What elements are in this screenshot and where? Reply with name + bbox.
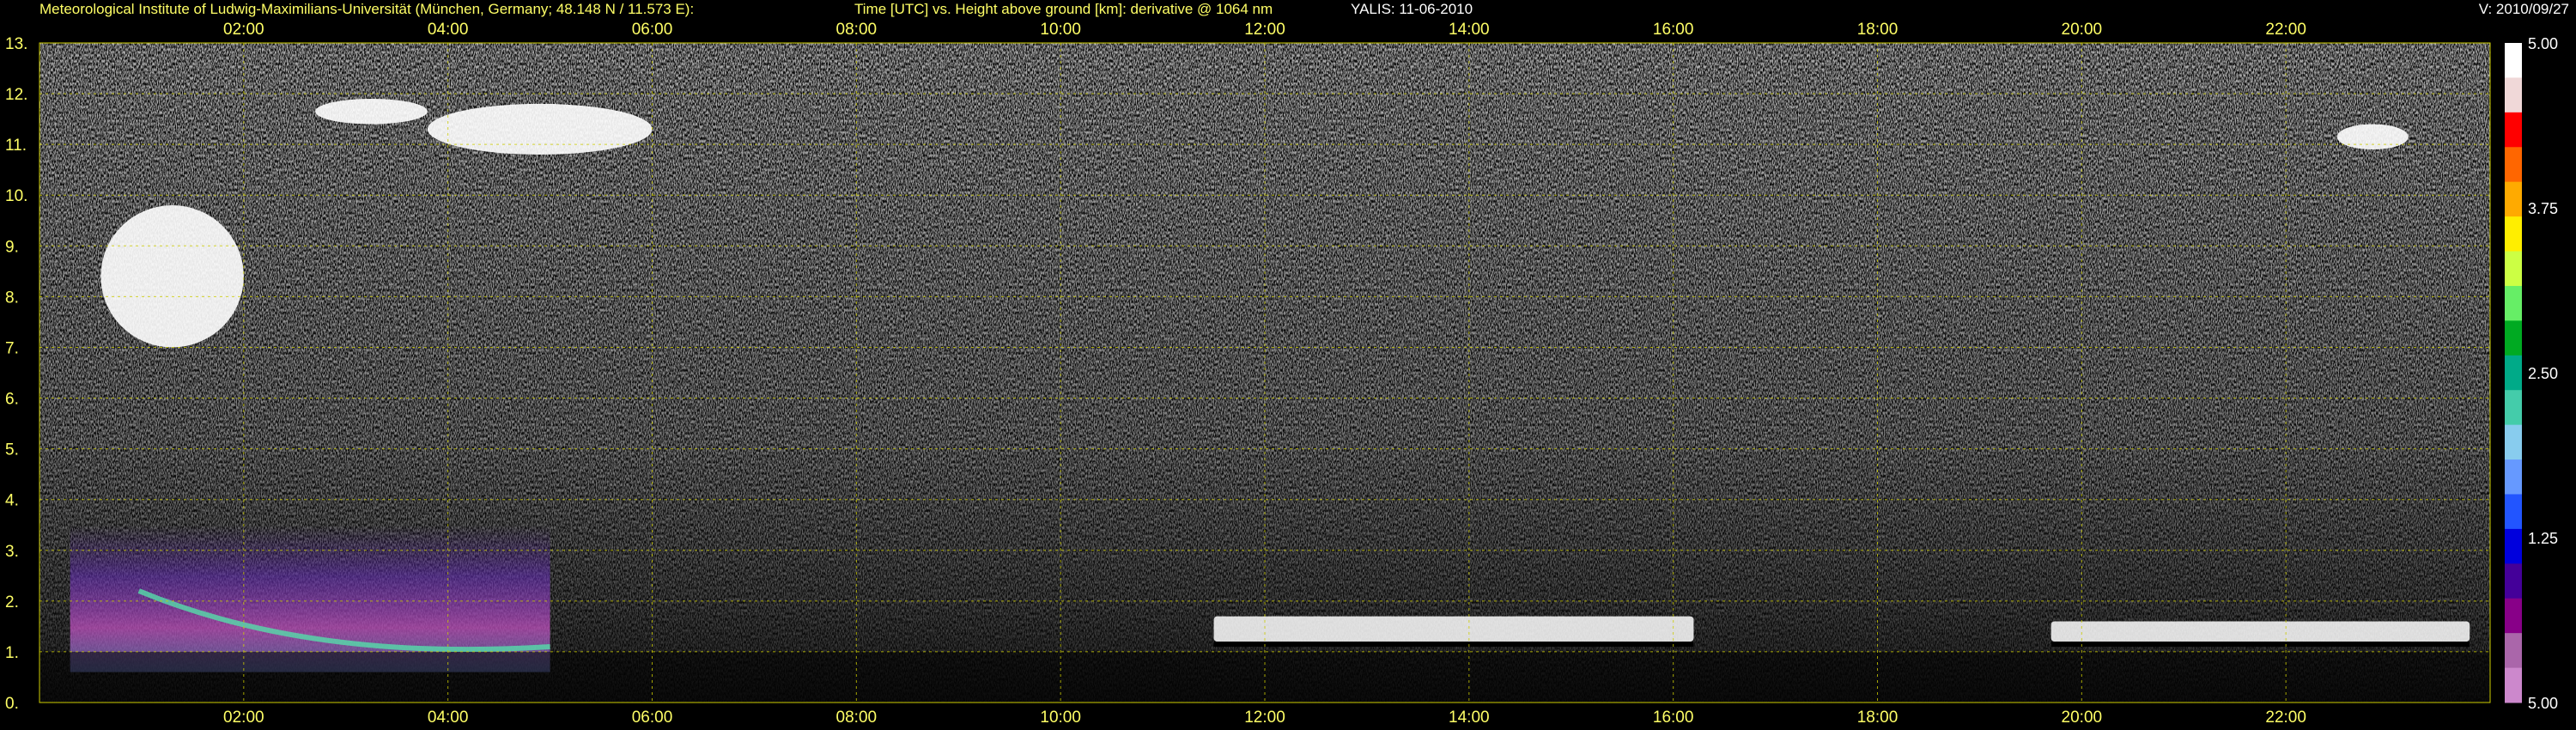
x-tick-top-1: 04:00 [428,21,469,39]
colorbar-label-1: 3.75 [2528,200,2558,217]
cirrus-1 [315,98,428,125]
x-tick-top-5: 12:00 [1244,21,1285,39]
cirrus-3 [2336,124,2409,150]
colorbar-block-1 [2505,77,2522,113]
colorbar-block-6 [2505,251,2522,287]
colorbar-block-14 [2505,528,2522,564]
y-tick-10: 10. [5,187,27,205]
x-tick-bottom-6: 14:00 [1449,709,1490,727]
colorbar-block-12 [2505,459,2522,495]
x-tick-top-4: 10:00 [1040,21,1081,39]
colorbar-block-13 [2505,494,2522,530]
colorbar-block-10 [2505,390,2522,426]
y-tick-4: 4. [5,492,19,510]
y-tick-1: 1. [5,644,19,662]
x-tick-bottom-9: 20:00 [2062,709,2103,727]
boundary-layer-clouds-5 [1213,616,1694,642]
cloud-layer-shadow-6 [2050,642,2470,648]
lidar-heatmap-chart: 02:00 04:00 06:00 08:00 10:00 12:00 14:00 16:00… [5,21,2491,727]
x-tick-bottom-4: 10:00 [1040,709,1081,727]
x-axis-bottom: 02:00 04:00 06:00 08:00 10:00 12:00 14:00 16:00… [223,709,2306,727]
colorbar-block-5 [2505,216,2522,252]
colorbar-block-0 [2505,43,2522,78]
colorbar-block-11 [2505,424,2522,460]
y-tick-13: 13. [5,35,27,53]
y-tick-5: 5. [5,441,19,459]
colorbar-label-0: 5.00 [2528,35,2558,52]
x-tick-bottom-7: 16:00 [1653,709,1694,727]
near-ground-band [39,651,2490,703]
colorbar-block-4 [2505,181,2522,217]
colorbar-block-18 [2505,667,2522,703]
colorbar-label-4: 5.00 [2528,695,2558,712]
x-tick-bottom-10: 22:00 [2265,709,2306,727]
colorbar-block-7 [2505,285,2522,321]
x-tick-bottom-1: 04:00 [428,709,469,727]
y-tick-0: 0. [5,695,19,713]
x-tick-top-9: 20:00 [2062,21,2103,39]
y-tick-11: 11. [5,137,27,155]
colorbar-label-2: 2.50 [2528,365,2558,382]
x-tick-top-3: 08:00 [836,21,878,39]
x-tick-top-7: 16:00 [1653,21,1694,39]
y-tick-7: 7. [5,339,19,357]
x-tick-top-10: 22:00 [2265,21,2306,39]
x-tick-bottom-3: 08:00 [836,709,878,727]
y-tick-8: 8. [5,289,19,307]
y-tick-3: 3. [5,543,19,561]
x-tick-top-8: 18:00 [1857,21,1899,39]
colorbar-block-17 [2505,633,2522,669]
cirrus-0 [100,205,244,348]
x-tick-top-6: 14:00 [1449,21,1490,39]
y-tick-2: 2. [5,593,19,611]
y-tick-6: 6. [5,391,19,409]
colorbar-label-3: 1.25 [2528,530,2558,547]
colorbar-block-8 [2505,320,2522,356]
x-tick-bottom-0: 02:00 [223,709,264,727]
x-tick-bottom-2: 06:00 [632,709,673,727]
colorbar-block-15 [2505,563,2522,599]
x-tick-top-2: 06:00 [632,21,673,39]
colorbar-block-16 [2505,598,2522,634]
x-tick-bottom-8: 18:00 [1857,709,1899,727]
boundary-layer-clouds-shadow-5 [1213,642,1694,648]
colorbar-block-2 [2505,112,2522,148]
y-tick-9: 9. [5,238,19,256]
cirrus-2 [427,103,653,155]
x-tick-bottom-5: 12:00 [1244,709,1285,727]
y-axis: 0. 1. 2. 3. 4. 5. 6. 7. 8. 9. 10. 11. 12. 13. [5,35,27,713]
colorbar-block-9 [2505,355,2522,391]
x-tick-top-0: 02:00 [223,21,264,39]
cloud-layer-6 [2050,621,2470,642]
x-axis-top: 02:00 04:00 06:00 08:00 10:00 12:00 14:00 16:00… [223,21,2306,39]
y-tick-12: 12. [5,86,27,104]
colorbar-block-3 [2505,147,2522,183]
